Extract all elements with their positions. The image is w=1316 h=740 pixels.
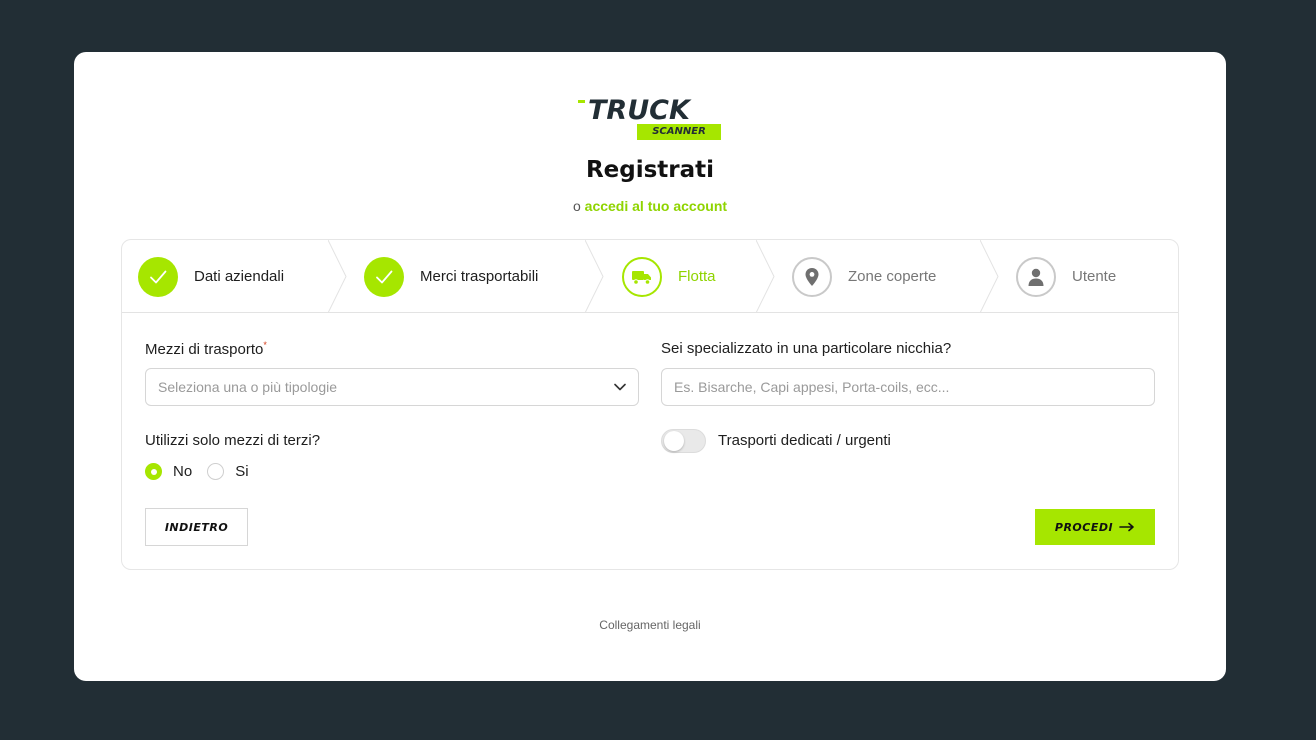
step-separator: [980, 240, 999, 313]
dedicated-toggle[interactable]: [661, 429, 706, 453]
subline-prefix: o: [572, 198, 581, 214]
required-mark: *: [263, 340, 267, 350]
step-separator: [585, 240, 604, 313]
back-button[interactable]: INDIETRO: [145, 508, 248, 546]
step-label: Merci trasportabili: [420, 268, 539, 285]
radio-no[interactable]: [145, 463, 162, 480]
vehicles-label: Mezzi di trasporto*: [145, 340, 267, 358]
wizard-panel: Dati aziendali Merci trasportabili Flott…: [121, 239, 1179, 570]
logo-accent-mark: [578, 100, 585, 103]
step-separator: [756, 240, 775, 313]
step-merci-trasportabili[interactable]: Merci trasportabili: [364, 240, 538, 313]
niche-label: Sei specializzato in una particolare nic…: [661, 340, 952, 357]
step-dati-aziendali[interactable]: Dati aziendali: [138, 240, 284, 313]
step-label: Dati aziendali: [194, 268, 285, 285]
step-label: Flotta: [678, 268, 716, 285]
step-flotta[interactable]: Flotta: [622, 240, 716, 313]
legal-links[interactable]: Collegamenti legali: [74, 618, 1226, 632]
vehicles-select-placeholder: Seleziona una o più tipologie: [158, 379, 338, 395]
dedicated-label: Trasporti dedicati / urgenti: [718, 432, 891, 449]
arrow-right-icon: [1119, 522, 1134, 532]
step-separator: [328, 240, 347, 313]
step-utente[interactable]: Utente: [1016, 240, 1116, 313]
third-party-radio-group: No Si: [145, 463, 264, 480]
user-icon: [1016, 256, 1056, 297]
step-label: Utente: [1072, 268, 1117, 285]
vehicles-select[interactable]: Seleziona una o più tipologie: [145, 368, 639, 406]
radio-yes-label: Si: [235, 463, 249, 480]
login-link[interactable]: accedi al tuo account: [585, 198, 727, 214]
truck-icon: [622, 256, 662, 297]
radio-option-yes[interactable]: Si: [207, 463, 249, 480]
wizard-steps: Dati aziendali Merci trasportabili Flott…: [122, 240, 1178, 313]
proceed-button[interactable]: PROCEDI: [1035, 509, 1155, 545]
niche-input[interactable]: [661, 368, 1155, 406]
logo-word-truck: TRUCK: [588, 95, 690, 126]
vehicles-label-text: Mezzi di trasporto: [145, 341, 264, 358]
radio-option-no[interactable]: No: [145, 463, 192, 480]
radio-yes[interactable]: [207, 463, 225, 480]
registration-card: TRUCK SCANNER Registrati o accedi al tuo…: [74, 52, 1226, 681]
check-icon: [364, 256, 404, 297]
step-label: Zone coperte: [848, 268, 937, 285]
page-title: Registrati: [585, 157, 715, 183]
logo-word-scanner: SCANNER: [637, 124, 721, 140]
proceed-button-label: PROCEDI: [1054, 520, 1114, 534]
third-party-label: Utilizzi solo mezzi di terzi?: [145, 432, 321, 449]
radio-no-label: No: [173, 463, 193, 480]
step-zone-coperte[interactable]: Zone coperte: [792, 240, 936, 313]
chevron-down-icon: [614, 383, 626, 391]
check-icon: [138, 256, 178, 297]
login-subline: o accedi al tuo account: [74, 198, 1226, 214]
location-pin-icon: [792, 256, 832, 297]
truck-scanner-logo: TRUCK SCANNER: [578, 96, 728, 142]
